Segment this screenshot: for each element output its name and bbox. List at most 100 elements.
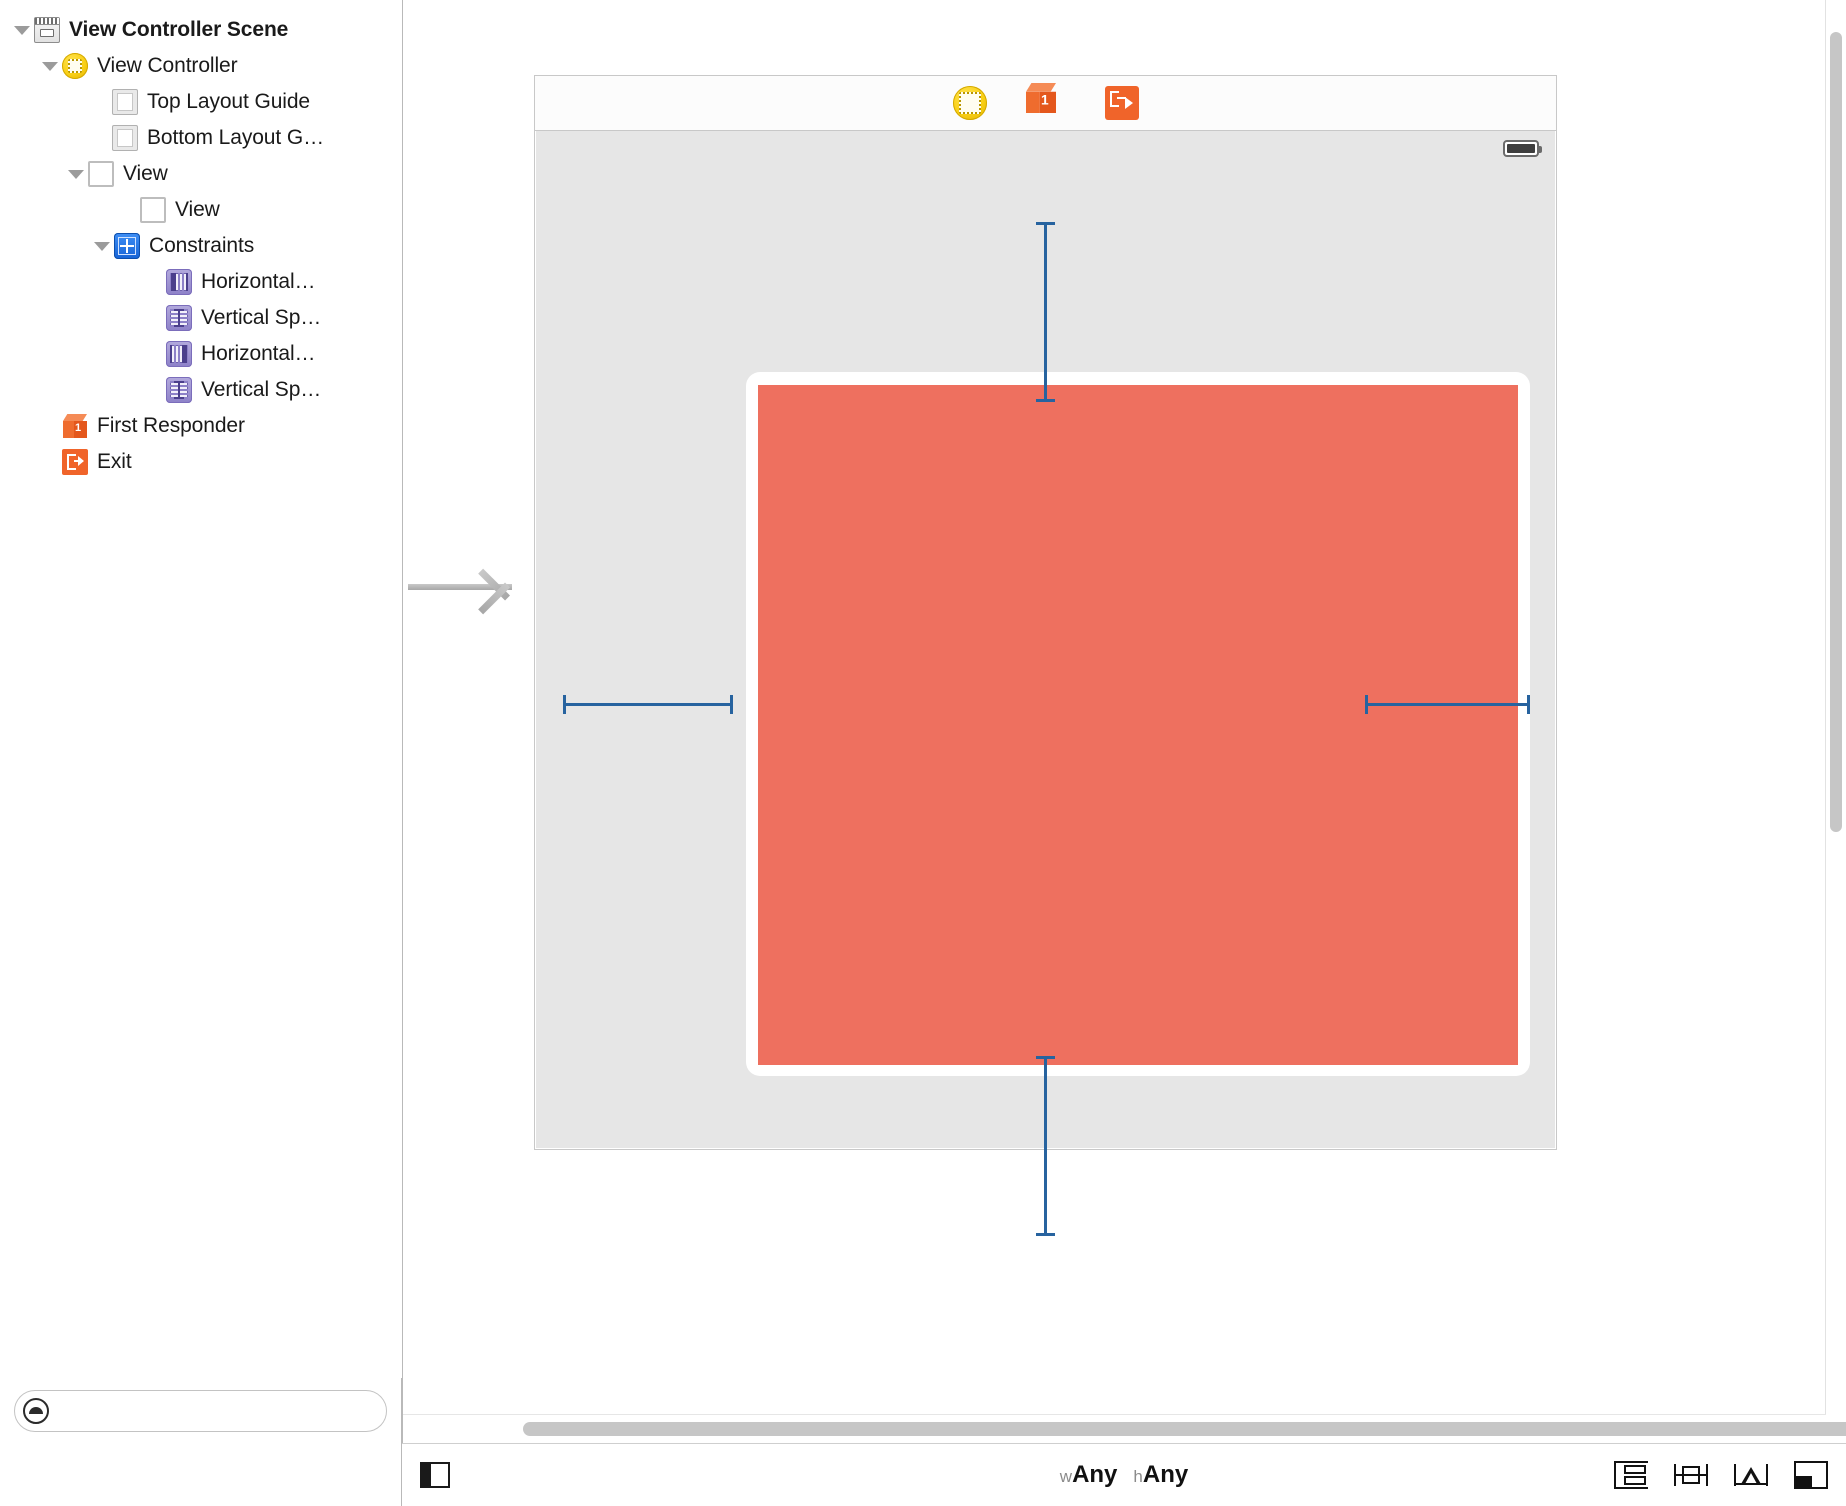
tree-item-constraint-vertical-1[interactable]: Vertical Sp…	[0, 300, 402, 336]
bottom-toolbar: wAnyhAny	[0, 1443, 1846, 1506]
first-responder-icon: 1	[62, 413, 88, 439]
resolve-issues-button[interactable]	[1794, 1461, 1828, 1489]
canvas-surface[interactable]: 1	[403, 0, 1826, 1415]
chevron-down-icon[interactable]	[10, 19, 32, 41]
bottom-toolbar-right: wAnyhAny	[402, 1444, 1846, 1506]
tree-item-label: First Responder	[97, 414, 245, 438]
exit-dock-icon[interactable]	[1105, 86, 1139, 120]
tree-item-top-layout-guide[interactable]: Top Layout Guide	[0, 84, 402, 120]
tree-item-label: View Controller Scene	[69, 18, 288, 42]
size-class-height-prefix: h	[1133, 1467, 1142, 1486]
auto-layout-button-group	[1614, 1461, 1828, 1489]
tree-item-label: Bottom Layout G…	[147, 126, 324, 150]
tree-item-subview[interactable]: View	[0, 192, 402, 228]
view-controller-icon	[62, 53, 88, 79]
tree-item-bottom-layout-guide[interactable]: Bottom Layout G…	[0, 120, 402, 156]
view-icon	[88, 161, 114, 187]
constraint-cap	[1036, 1056, 1055, 1059]
vertical-space-constraint-icon	[166, 305, 192, 331]
first-responder-dock-icon[interactable]: 1	[1024, 82, 1067, 125]
subview[interactable]	[758, 385, 1518, 1065]
tree-item-root-view[interactable]: View	[0, 156, 402, 192]
top-layout-guide-icon	[112, 89, 138, 115]
top-vertical-space-constraint[interactable]	[1044, 222, 1047, 402]
tree-item-label: Horizontal…	[201, 270, 315, 294]
pin-button[interactable]	[1734, 1461, 1768, 1489]
constraint-cap	[1365, 695, 1368, 714]
leading-horizontal-space-constraint[interactable]	[563, 703, 733, 706]
initial-view-controller-arrow	[408, 559, 534, 615]
horizontal-space-constraint-icon	[166, 269, 192, 295]
tree-item-label: View	[175, 198, 220, 222]
trailing-horizontal-space-constraint[interactable]	[1365, 703, 1530, 706]
tree-item-exit[interactable]: Exit	[0, 444, 402, 480]
scene-view-body[interactable]	[536, 131, 1555, 1148]
disclosure-placeholder	[142, 307, 164, 329]
view-controller-scene[interactable]: 1	[534, 75, 1557, 1150]
tree-item-constraint-vertical-2[interactable]: Vertical Sp…	[0, 372, 402, 408]
constraint-cap	[1527, 695, 1530, 714]
tree-item-label: View	[123, 162, 168, 186]
tree-item-label: Exit	[97, 450, 132, 474]
document-outline-panel: View Controller Scene View Controller To…	[0, 0, 403, 1443]
horizontal-space-constraint-icon	[166, 341, 192, 367]
disclosure-placeholder	[142, 379, 164, 401]
canvas-horizontal-scrollbar[interactable]	[403, 1414, 1826, 1443]
chevron-down-icon[interactable]	[90, 235, 112, 257]
document-outline-tree[interactable]: View Controller Scene View Controller To…	[0, 0, 402, 1443]
tree-item-constraints[interactable]: Constraints	[0, 228, 402, 264]
constraint-cap	[1036, 222, 1055, 225]
constraint-cap	[730, 695, 733, 714]
exit-icon	[62, 449, 88, 475]
tree-item-view-controller[interactable]: View Controller	[0, 48, 402, 84]
status-bar	[536, 131, 1555, 165]
constraint-cap	[1036, 399, 1055, 402]
filter-input[interactable]	[49, 1400, 378, 1422]
scrollbar-thumb[interactable]	[523, 1422, 1846, 1436]
storyboard-canvas[interactable]: 1	[403, 0, 1846, 1443]
size-class-height-value: Any	[1143, 1461, 1188, 1488]
canvas-vertical-scrollbar[interactable]	[1825, 0, 1846, 1415]
tree-item-label: View Controller	[97, 54, 238, 78]
tree-item-label: Top Layout Guide	[147, 90, 310, 114]
tree-item-constraint-horizontal-2[interactable]: Horizontal…	[0, 336, 402, 372]
stack-button[interactable]	[1614, 1461, 1648, 1489]
outline-filter-field[interactable]	[14, 1390, 387, 1432]
interface-builder-window: View Controller Scene View Controller To…	[0, 0, 1846, 1506]
vertical-space-constraint-icon	[166, 377, 192, 403]
disclosure-placeholder	[142, 343, 164, 365]
view-controller-dock-icon[interactable]	[953, 86, 987, 120]
constraint-cap	[1036, 1233, 1055, 1236]
constraints-folder-icon	[114, 233, 140, 259]
tree-item-first-responder[interactable]: 1 First Responder	[0, 408, 402, 444]
size-class-width-value: Any	[1072, 1461, 1117, 1488]
tree-item-label: Constraints	[149, 234, 254, 258]
bottom-vertical-space-constraint[interactable]	[1044, 1056, 1047, 1236]
disclosure-placeholder	[38, 415, 60, 437]
tree-item-view-controller-scene[interactable]: View Controller Scene	[0, 12, 402, 48]
disclosure-placeholder	[116, 199, 138, 221]
scene-dock[interactable]: 1	[535, 76, 1556, 131]
storyboard-scene-icon	[34, 17, 60, 43]
battery-icon	[1503, 140, 1539, 157]
chevron-down-icon[interactable]	[64, 163, 86, 185]
main-content-row: View Controller Scene View Controller To…	[0, 0, 1846, 1443]
tree-item-label: Vertical Sp…	[201, 378, 321, 402]
outline-filter-bar	[0, 1378, 402, 1444]
tree-item-constraint-horizontal-1[interactable]: Horizontal…	[0, 264, 402, 300]
disclosure-placeholder	[142, 271, 164, 293]
constraint-cap	[563, 695, 566, 714]
view-icon	[140, 197, 166, 223]
disclosure-placeholder	[88, 91, 110, 113]
disclosure-placeholder	[88, 127, 110, 149]
scrollbar-thumb[interactable]	[1830, 32, 1842, 832]
bottom-toolbar-left-spacer	[0, 1444, 402, 1506]
size-class-width-prefix: w	[1060, 1467, 1072, 1486]
tree-item-label: Horizontal…	[201, 342, 315, 366]
bottom-layout-guide-icon	[112, 125, 138, 151]
filter-icon	[23, 1398, 49, 1424]
document-outline-toggle-icon[interactable]	[420, 1462, 450, 1488]
align-button[interactable]	[1674, 1461, 1708, 1489]
chevron-down-icon[interactable]	[38, 55, 60, 77]
disclosure-placeholder	[38, 451, 60, 473]
